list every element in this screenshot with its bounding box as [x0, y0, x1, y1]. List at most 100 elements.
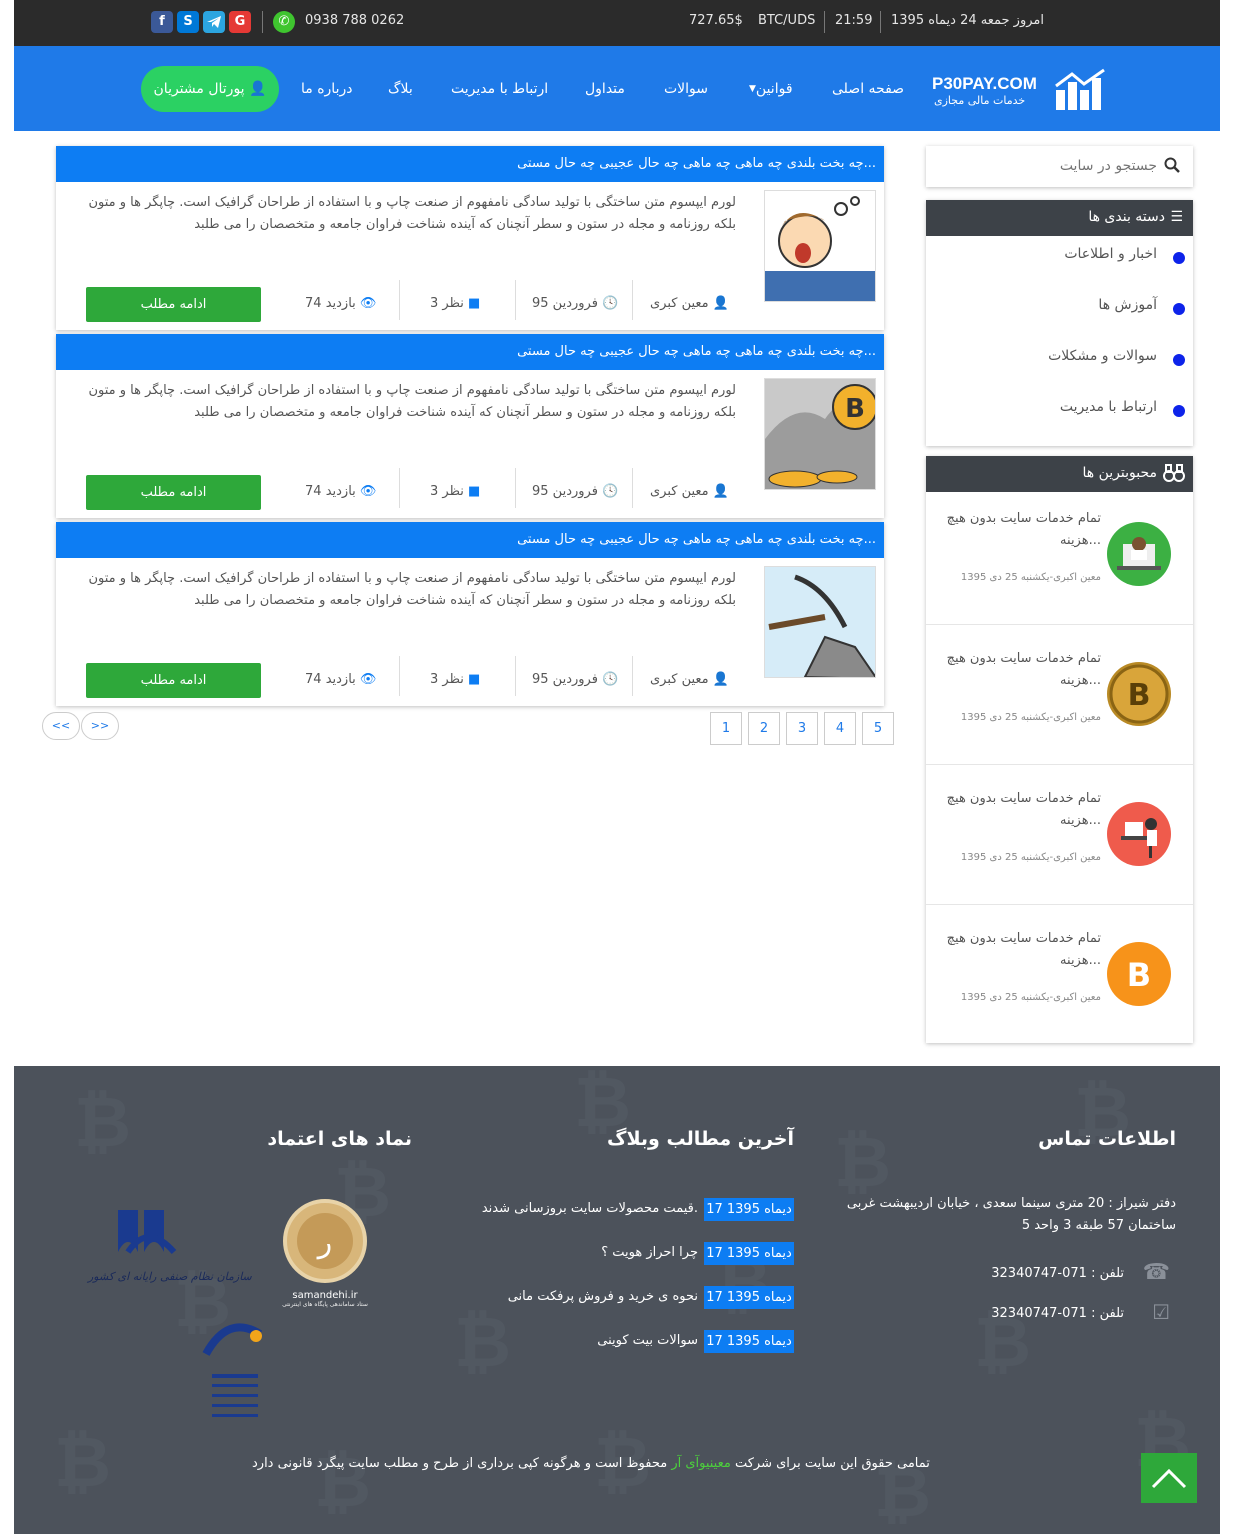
- svg-text:₿: ₿: [314, 1441, 371, 1523]
- phone-number[interactable]: 0938 788 0262: [305, 13, 404, 28]
- search-icon[interactable]: [1164, 157, 1180, 177]
- post-comments[interactable]: 3 نظر ■: [430, 672, 480, 687]
- post-title[interactable]: چه بخت بلندی چه ماهی چه ماهی چه حال عجیب…: [56, 146, 884, 182]
- views-label: 74 بازدید: [305, 484, 356, 499]
- svg-text:₿: ₿: [54, 1421, 111, 1503]
- nav-blog[interactable]: بلاگ: [388, 81, 413, 97]
- svg-text:B: B: [1127, 956, 1151, 994]
- copyright-post: محفوظ است و هرگونه کپی برداری از طرح و م…: [252, 1456, 672, 1471]
- category-label: ارتباط با مدیریت: [1059, 399, 1157, 415]
- samandehi-caption: ستاد ساماندهی پایگاه های اینترنتی: [282, 1301, 368, 1308]
- nav-about[interactable]: درباره ما: [301, 81, 352, 97]
- search-box[interactable]: [926, 146, 1193, 187]
- svg-text:ر: ر: [316, 1225, 333, 1260]
- categories-panel: ☰ دسته بندی ها اخبار و اطلاعات آموزش ها …: [926, 200, 1193, 446]
- btc-price: 727.65$: [689, 13, 743, 28]
- comment-icon: ■: [468, 484, 481, 499]
- blog-date-badge: 17 دیماه 1395: [704, 1286, 794, 1309]
- bullet-icon: [1173, 405, 1185, 417]
- author-label: معین کبری: [650, 672, 709, 687]
- today-date: امروز جمعه 24 دیماه 1395: [891, 13, 1044, 28]
- read-more-button[interactable]: ادامه مطلب: [86, 663, 261, 698]
- chevron-up-icon: [1151, 1468, 1187, 1489]
- currency-pair: BTC/UDS: [758, 13, 816, 28]
- bitcoin-coin-icon: B: [1107, 662, 1171, 726]
- comments-label: 3 نظر: [430, 672, 464, 687]
- blog-post-link[interactable]: سوالات بیت کوینی: [597, 1333, 698, 1348]
- bitcoin-mine-image[interactable]: B: [764, 378, 876, 490]
- post-date: فروردین 95 🕓: [532, 484, 618, 499]
- scroll-to-top-button[interactable]: [1141, 1453, 1197, 1503]
- page-5-button[interactable]: 5: [862, 712, 894, 745]
- popular-item-meta: معین اکبری-یکشنبه 25 دی 1395: [960, 852, 1101, 863]
- popular-title: محبوبترین ها: [1082, 465, 1158, 481]
- prev-page-button[interactable]: <<: [42, 712, 80, 740]
- page-1-button[interactable]: 1: [710, 712, 742, 745]
- search-input[interactable]: [957, 154, 1157, 178]
- popular-item-meta: معین اکبری-یکشنبه 25 دی 1395: [960, 712, 1101, 723]
- company-link[interactable]: معینیوآی آر: [671, 1456, 731, 1471]
- post-excerpt: لورم ایپسوم متن ساختگی با تولید سادگی نا…: [88, 383, 736, 420]
- date-label: فروردین 95: [532, 296, 598, 311]
- date-label: فروردین 95: [532, 484, 598, 499]
- bullet-icon: [1173, 303, 1185, 315]
- desk-worker-icon: [1107, 802, 1171, 866]
- category-label: سوالات و مشکلات: [1048, 348, 1157, 364]
- customer-portal-button[interactable]: پورتال مشتریان 👤: [141, 66, 279, 112]
- post-comments[interactable]: 3 نظر ■: [430, 296, 480, 311]
- bullet-icon: [1173, 354, 1185, 366]
- blog-post-link[interactable]: قیمت محصولات سایت بروزسانی شدند.: [482, 1201, 698, 1216]
- phone-icon[interactable]: ✆: [273, 11, 295, 33]
- post-date: فروردین 95 🕓: [532, 296, 618, 311]
- top-bar: امروز جمعه 24 دیماه 1395 21:59 BTC/UDS 7…: [14, 0, 1220, 46]
- popular-item-title: تمام خدمات سایت بدون هیچ هزینه...: [946, 791, 1101, 828]
- next-page-button[interactable]: >>: [81, 712, 119, 740]
- post-author: معین کبری 👤: [650, 484, 729, 499]
- post-comments[interactable]: 3 نظر ■: [430, 484, 480, 499]
- popular-item-title: تمام خدمات سایت بدون هیچ هزینه...: [946, 511, 1101, 548]
- author-label: معین کبری: [650, 296, 709, 311]
- samandehi-label: samandehi.ir: [292, 1290, 358, 1301]
- nezam-senfi-logo[interactable]: سازمان نظام صنفی رایانه ای کشور: [88, 1202, 252, 1302]
- nav-trading[interactable]: متداول: [585, 81, 625, 97]
- address-line: دفتر شیراز : 20 متری سینما سعدی ، خیابان…: [846, 1196, 1176, 1211]
- nav-contact-admin[interactable]: ارتباط با مدیریت: [451, 81, 548, 97]
- blog-post-link[interactable]: نحوه ی خرید و فروش پرفکت مانی: [508, 1289, 698, 1304]
- post-title[interactable]: چه بخت بلندی چه ماهی چه ماهی چه حال عجیب…: [56, 334, 884, 370]
- samandehi-seal[interactable]: ر samandehi.ir ستاد ساماندهی پایگاه های …: [280, 1196, 370, 1311]
- list-icon: ☰: [1170, 209, 1183, 225]
- post-date: فروردین 95 🕓: [532, 672, 618, 687]
- nav-rules[interactable]: ▼قوانین: [749, 81, 793, 97]
- read-more-button[interactable]: ادامه مطلب: [86, 475, 261, 510]
- pickaxe-image[interactable]: [764, 566, 876, 678]
- nav-questions[interactable]: سوالات: [664, 81, 708, 97]
- blog-post-link[interactable]: چرا احراز هویت ؟: [601, 1245, 698, 1260]
- page-3-button[interactable]: 3: [786, 712, 818, 745]
- page-2-button[interactable]: 2: [748, 712, 780, 745]
- enamad-seal[interactable]: [198, 1314, 272, 1426]
- bullet-icon: [1173, 252, 1185, 264]
- nav-home[interactable]: صفحه اصلی: [832, 81, 904, 97]
- read-more-button[interactable]: ادامه مطلب: [86, 287, 261, 322]
- google-icon[interactable]: G: [229, 11, 251, 33]
- cartoon-boy-image[interactable]: [764, 190, 876, 302]
- user-icon: 👤: [712, 484, 729, 499]
- logo-chart-icon: [1055, 68, 1105, 110]
- post-excerpt: لورم ایپسوم متن ساختگی با تولید سادگی نا…: [88, 195, 736, 232]
- skype-icon[interactable]: S: [177, 11, 199, 33]
- phone-line[interactable]: تلفن : 071-32340747: [991, 1266, 1124, 1281]
- phone-line[interactable]: تلفن : 071-32340747: [991, 1306, 1124, 1321]
- category-label: اخبار و اطلاعات: [1064, 246, 1157, 262]
- page-4-button[interactable]: 4: [824, 712, 856, 745]
- facebook-icon[interactable]: f: [151, 11, 173, 33]
- popular-item-title: تمام خدمات سایت بدون هیچ هزینه...: [946, 651, 1101, 688]
- eye-icon: 👁: [359, 672, 377, 687]
- divider: [926, 904, 1193, 905]
- phone-icon: ☎: [1142, 1260, 1170, 1285]
- copyright-text: تمامی حقوق این سایت برای شرکت معینیوآی آ…: [252, 1456, 930, 1471]
- post-title[interactable]: چه بخت بلندی چه ماهی چه ماهی چه حال عجیب…: [56, 522, 884, 558]
- date-label: فروردین 95: [532, 672, 598, 687]
- telegram-icon[interactable]: [203, 11, 225, 33]
- fax-icon: ☑: [1152, 1300, 1170, 1324]
- user-icon: 👤: [249, 81, 267, 97]
